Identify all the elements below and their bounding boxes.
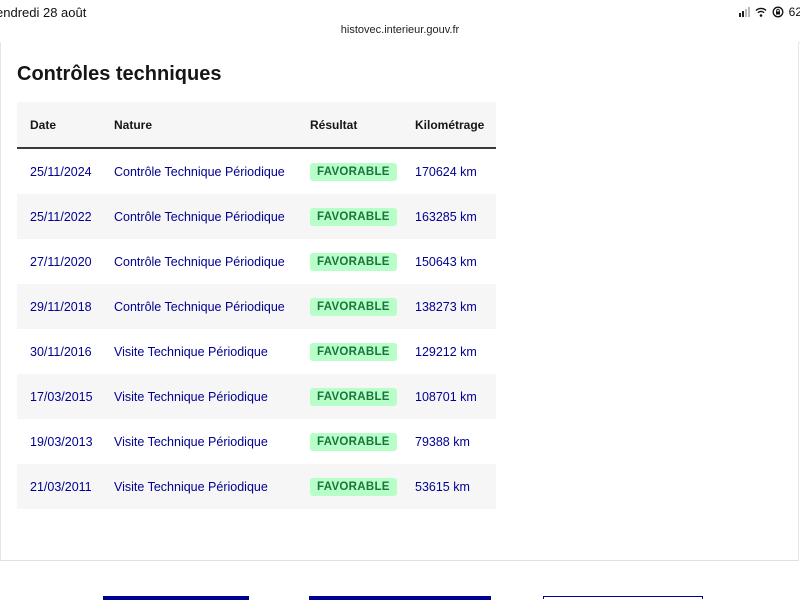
status-badge: FAVORABLE bbox=[310, 252, 397, 271]
cell-nature: Contrôle Technique Périodique bbox=[114, 164, 285, 179]
battery-level: 62 bbox=[788, 5, 800, 19]
cell-nature: Visite Technique Périodique bbox=[114, 434, 268, 449]
cell-nature: Visite Technique Périodique bbox=[114, 389, 268, 404]
cell-nature: Contrôle Technique Périodique bbox=[114, 209, 285, 224]
cell-result: FAVORABLE bbox=[297, 329, 402, 374]
url-bar[interactable]: histovec.interieur.gouv.fr bbox=[0, 24, 800, 36]
cell-nature: Visite Technique Périodique bbox=[114, 344, 268, 359]
cell-km: 150643 km bbox=[415, 254, 477, 269]
status-badge: FAVORABLE bbox=[310, 432, 397, 451]
status-badge: FAVORABLE bbox=[310, 342, 397, 361]
page-content: Contrôles techniques Date Nature Résulta… bbox=[0, 42, 799, 561]
cell-date: 25/11/2024 bbox=[30, 164, 92, 179]
status-icons: 62 bbox=[738, 5, 800, 19]
wifi-icon bbox=[755, 7, 767, 17]
cell-km: 108701 km bbox=[415, 389, 477, 404]
header-km: Kilométrage bbox=[415, 117, 485, 132]
action-button-1[interactable] bbox=[103, 596, 249, 600]
header-date: Date bbox=[30, 117, 57, 132]
table-row: 25/11/2024 Contrôle Technique Périodique… bbox=[17, 148, 496, 194]
header-nature: Nature bbox=[114, 117, 153, 132]
table-row: 19/03/2013 Visite Technique Périodique F… bbox=[17, 419, 496, 464]
cell-nature: Visite Technique Périodique bbox=[114, 479, 268, 494]
status-badge: FAVORABLE bbox=[310, 477, 397, 496]
cell-result: FAVORABLE bbox=[297, 464, 402, 509]
table-row: 21/03/2011 Visite Technique Périodique F… bbox=[17, 464, 496, 509]
table-row: 29/11/2018 Contrôle Technique Périodique… bbox=[17, 284, 496, 329]
cell-result: FAVORABLE bbox=[297, 374, 402, 419]
cell-nature: Contrôle Technique Périodique bbox=[114, 299, 285, 314]
cell-date: 27/11/2020 bbox=[30, 254, 92, 269]
cell-km: 129212 km bbox=[415, 344, 477, 359]
cell-date: 17/03/2015 bbox=[30, 389, 93, 404]
technical-controls-table: Date Nature Résultat Kilométrage 25/11/2… bbox=[17, 102, 496, 509]
table-row: 25/11/2022 Contrôle Technique Périodique… bbox=[17, 194, 496, 239]
table-row: 27/11/2020 Contrôle Technique Périodique… bbox=[17, 239, 496, 284]
status-bar: endredi 28 août histovec.interieur.gouv.… bbox=[0, 0, 800, 43]
status-date: endredi 28 août bbox=[0, 5, 87, 20]
table-row: 17/03/2015 Visite Technique Périodique F… bbox=[17, 374, 496, 419]
cell-result: FAVORABLE bbox=[297, 419, 402, 464]
cell-km: 79388 km bbox=[415, 434, 470, 449]
signal-icon bbox=[738, 7, 750, 17]
cell-km: 53615 km bbox=[415, 479, 470, 494]
cell-nature: Contrôle Technique Périodique bbox=[114, 254, 285, 269]
table-header-row: Date Nature Résultat Kilométrage bbox=[17, 102, 496, 148]
lock-rotation-icon bbox=[772, 6, 784, 18]
cell-km: 138273 km bbox=[415, 299, 477, 314]
cell-date: 25/11/2022 bbox=[30, 209, 92, 224]
status-badge: FAVORABLE bbox=[310, 162, 397, 181]
cell-date: 19/03/2013 bbox=[30, 434, 93, 449]
action-button-3[interactable] bbox=[543, 596, 703, 599]
cell-km: 170624 km bbox=[415, 164, 477, 179]
action-button-2[interactable] bbox=[309, 596, 491, 600]
cell-result: FAVORABLE bbox=[297, 239, 402, 284]
cell-date: 21/03/2011 bbox=[30, 479, 92, 494]
header-result: Résultat bbox=[310, 117, 358, 132]
status-badge: FAVORABLE bbox=[310, 297, 397, 316]
table-row: 30/11/2016 Visite Technique Périodique F… bbox=[17, 329, 496, 374]
status-badge: FAVORABLE bbox=[310, 387, 397, 406]
cell-km: 163285 km bbox=[415, 209, 477, 224]
page-title: Contrôles techniques bbox=[17, 63, 222, 85]
cell-date: 30/11/2016 bbox=[30, 344, 92, 359]
status-badge: FAVORABLE bbox=[310, 207, 397, 226]
cell-result: FAVORABLE bbox=[297, 284, 402, 329]
bottom-actions bbox=[0, 562, 800, 600]
cell-result: FAVORABLE bbox=[297, 148, 402, 194]
cell-date: 29/11/2018 bbox=[30, 299, 92, 314]
cell-result: FAVORABLE bbox=[297, 194, 402, 239]
